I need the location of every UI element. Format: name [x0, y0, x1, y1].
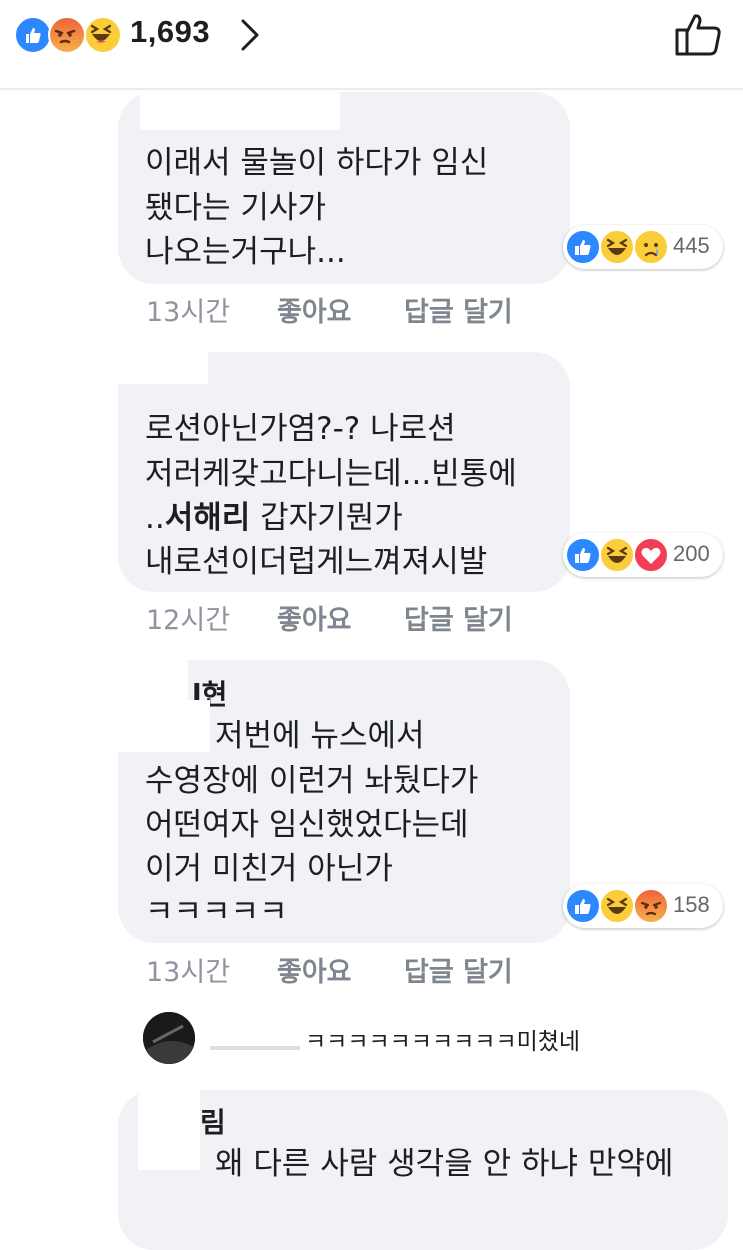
- reply-button[interactable]: 답글 달기: [404, 950, 513, 989]
- comment-line: 로션아닌가염?-? 나로션: [145, 411, 456, 447]
- comment-reactions[interactable]: 445: [563, 225, 723, 269]
- comment-line: ㅋㅋㅋㅋㅋ: [145, 894, 288, 930]
- reaction-count: 200: [673, 541, 710, 566]
- comment-line: 이거 미친거 아닌가: [145, 851, 393, 887]
- reaction-count: 158: [673, 892, 710, 917]
- comment-line: 어떤여자 임신했었다는데: [145, 807, 469, 843]
- like-button[interactable]: 좋아요: [277, 950, 352, 989]
- redacted-name: [210, 1046, 300, 1050]
- redacted-name: [118, 700, 210, 752]
- comment-line: 이래서 물놀이 하다가 임신: [145, 145, 489, 181]
- comment-line: 나오는거구나...: [145, 234, 346, 270]
- comment-line: 됐다는 기사가: [145, 190, 326, 226]
- reply-button[interactable]: 답글 달기: [404, 290, 513, 329]
- comment-time: 13시간: [146, 957, 231, 988]
- angry-icon: [48, 16, 86, 54]
- reply-preview-text[interactable]: ㅋㅋㅋㅋㅋㅋㅋㅋㅋㅋ미쳤네: [305, 1022, 580, 1056]
- angry-icon: [633, 888, 669, 924]
- like-icon: [565, 537, 601, 573]
- comment-line-rest: 갑자기뭔가: [250, 500, 403, 536]
- redacted-name: [118, 660, 188, 700]
- comment-line: 왜 다른 사람 생각을 안 하냐 만약에: [215, 1146, 674, 1182]
- reactions-header: 1,693: [0, 0, 743, 88]
- haha-icon: [599, 537, 635, 573]
- redacted-name: [138, 1090, 200, 1170]
- reply-button[interactable]: 답글 달기: [404, 598, 513, 637]
- comment-reactions[interactable]: 158: [563, 884, 723, 928]
- haha-icon: [599, 888, 635, 924]
- redacted-name: [140, 92, 340, 130]
- comment-line: ..서해리 갑자기뭔가: [145, 496, 403, 541]
- haha-icon: [599, 229, 635, 265]
- header-divider: [0, 88, 743, 90]
- comment-line: 저번에 뉴스에서: [215, 718, 425, 754]
- haha-icon: [84, 16, 122, 54]
- comment-time: 12시간: [146, 605, 231, 636]
- sad-icon: [633, 229, 669, 265]
- thumbs-up-icon[interactable]: [674, 12, 722, 60]
- like-icon: [565, 888, 601, 924]
- comment-line: 저러케갖고다니는데...빈통에: [145, 456, 517, 492]
- like-button[interactable]: 좋아요: [277, 290, 352, 329]
- like-button[interactable]: 좋아요: [277, 598, 352, 637]
- comment-line: 내로션이더럽게느껴져시발: [145, 544, 488, 580]
- love-icon: [633, 537, 669, 573]
- comment-time: 13시간: [146, 297, 231, 328]
- mention-link[interactable]: 서해리: [165, 500, 251, 536]
- like-icon: [14, 16, 52, 54]
- redacted-name: [150, 1010, 300, 1046]
- chevron-right-icon[interactable]: [238, 18, 262, 56]
- comment-line: 수영장에 이런거 놔뒀다가: [145, 763, 479, 799]
- reaction-count: 445: [673, 233, 710, 258]
- comment-line-prefix: ..: [145, 500, 165, 536]
- like-icon: [565, 229, 601, 265]
- reaction-count[interactable]: 1,693: [130, 14, 210, 50]
- comment-reactions[interactable]: 200: [563, 533, 723, 577]
- comment-author-fragment[interactable]: 림: [200, 1100, 226, 1145]
- redacted-name: [118, 352, 208, 384]
